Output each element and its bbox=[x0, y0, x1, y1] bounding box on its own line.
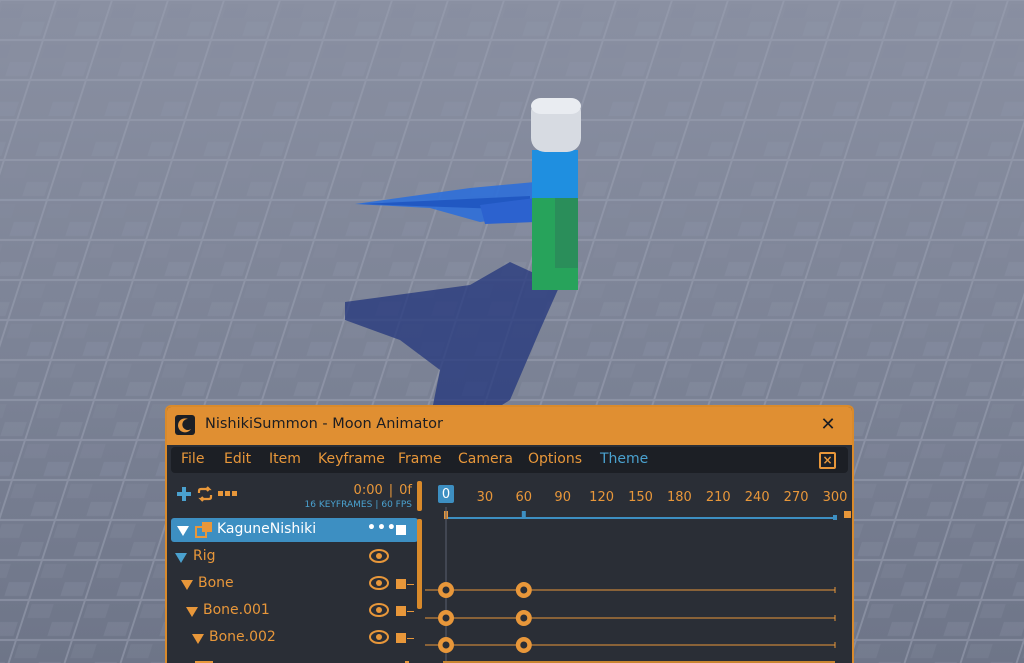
eye-icon[interactable] bbox=[369, 549, 389, 563]
range-corner-handle bbox=[844, 511, 851, 518]
track-bone-001[interactable]: Bone.001 bbox=[171, 599, 418, 623]
eye-icon[interactable] bbox=[369, 630, 389, 644]
track-bone[interactable]: Bone bbox=[171, 572, 418, 596]
keyframe-marker-center bbox=[520, 641, 528, 649]
ruler-tick-label: 60 bbox=[516, 490, 533, 505]
track-list: KaguneNishiki ••• Rig Bone Bone.001 Bone… bbox=[167, 515, 420, 663]
moon-logo-icon bbox=[175, 415, 195, 435]
track-scrollbar[interactable] bbox=[417, 519, 422, 609]
more-icon[interactable]: ••• bbox=[367, 520, 397, 536]
ruler-tick-label: 90 bbox=[554, 490, 571, 505]
timeline[interactable]: 0 30 60 90 120 150 180 210 240 270 300 bbox=[425, 477, 854, 663]
keyframe-marker-center bbox=[442, 586, 450, 594]
plus-icon[interactable] bbox=[176, 486, 192, 502]
menu-keyframe[interactable]: Keyframe bbox=[318, 451, 385, 467]
keyframe-marker-center bbox=[442, 641, 450, 649]
menu-edit[interactable]: Edit bbox=[224, 451, 251, 467]
menu-frame[interactable]: Frame bbox=[398, 451, 442, 467]
keyframe-marker-center bbox=[442, 614, 450, 622]
time-readout: 0:00 bbox=[353, 483, 383, 498]
frame-readout: 0f bbox=[399, 483, 412, 498]
track-color-square-icon[interactable] bbox=[396, 606, 406, 616]
keyframe-marker-center bbox=[520, 586, 528, 594]
close-icon[interactable]: ✕ bbox=[818, 414, 838, 436]
eye-icon[interactable] bbox=[369, 576, 389, 590]
eye-icon[interactable] bbox=[369, 603, 389, 617]
toolbar-divider-handle[interactable] bbox=[417, 481, 422, 511]
select-square-icon[interactable] bbox=[396, 525, 406, 535]
keyframe-marker-center bbox=[520, 614, 528, 622]
model-icon bbox=[195, 522, 212, 538]
ruler-tick-label: 240 bbox=[745, 490, 770, 505]
character-torso bbox=[532, 150, 578, 198]
ruler-tick-label: 210 bbox=[706, 490, 731, 505]
track-color-square-icon[interactable] bbox=[396, 633, 406, 643]
track-label: Bone.001 bbox=[203, 602, 270, 618]
track-bone-002[interactable]: Bone.002 bbox=[171, 626, 418, 650]
track-kagunenishiki[interactable]: KaguneNishiki ••• bbox=[171, 518, 418, 542]
ruler-tick-label: 150 bbox=[628, 490, 653, 505]
moon-animator-window: NishikiSummon - Moon Animator ✕ File Edi… bbox=[165, 405, 854, 663]
menu-options[interactable]: Options bbox=[528, 451, 582, 467]
track-label: KaguneNishiki bbox=[217, 521, 317, 537]
window-titlebar[interactable]: NishikiSummon - Moon Animator ✕ bbox=[167, 407, 852, 445]
collapse-arrow-icon[interactable] bbox=[192, 634, 204, 644]
track-label: Rig bbox=[193, 548, 216, 564]
track-label: Bone bbox=[198, 575, 234, 591]
collapse-arrow-icon[interactable] bbox=[186, 607, 198, 617]
collapse-arrow-icon[interactable] bbox=[181, 580, 193, 590]
ruler-tick-label: 120 bbox=[589, 490, 614, 505]
toolbar: 0:00 | 0f 16 KEYFRAMES | 60 FPS bbox=[167, 477, 422, 515]
close-square-icon[interactable]: × bbox=[819, 452, 836, 469]
keyframe-count: 16 KEYFRAMES bbox=[304, 500, 373, 510]
window-title: NishikiSummon - Moon Animator bbox=[205, 416, 443, 432]
ruler-tick-label: 180 bbox=[667, 490, 692, 505]
track-connector bbox=[407, 611, 414, 612]
menu-file[interactable]: File bbox=[181, 451, 204, 467]
menu-camera[interactable]: Camera bbox=[458, 451, 513, 467]
track-connector bbox=[407, 638, 414, 639]
timeline-canvas[interactable]: 0 30 60 90 120 150 180 210 240 270 300 bbox=[425, 477, 854, 663]
fps-readout: 60 FPS bbox=[381, 500, 412, 510]
ruler-tick-label: 300 bbox=[823, 490, 848, 505]
track-color-square-icon[interactable] bbox=[396, 579, 406, 589]
collapse-arrow-icon[interactable] bbox=[175, 553, 187, 563]
loop-icon[interactable] bbox=[196, 486, 214, 502]
track-rig[interactable]: Rig bbox=[171, 545, 418, 569]
collapse-arrow-icon[interactable] bbox=[177, 526, 189, 536]
menu-bar: File Edit Item Keyframe Frame Camera Opt… bbox=[171, 447, 848, 473]
more-icon[interactable] bbox=[218, 491, 238, 497]
track-connector bbox=[407, 584, 414, 585]
playhead-frame-label: 0 bbox=[442, 487, 450, 502]
ruler-tick-label: 270 bbox=[784, 490, 809, 505]
track-label: Bone.002 bbox=[209, 629, 276, 645]
range-marker bbox=[521, 511, 526, 519]
range-end-marker bbox=[833, 515, 837, 520]
menu-item[interactable]: Item bbox=[269, 451, 301, 467]
timeline-stats: 16 KEYFRAMES | 60 FPS bbox=[304, 500, 412, 510]
menu-theme[interactable]: Theme bbox=[600, 451, 648, 467]
time-display: 0:00 | 0f bbox=[353, 483, 412, 498]
ruler-tick-label: 30 bbox=[477, 490, 494, 505]
